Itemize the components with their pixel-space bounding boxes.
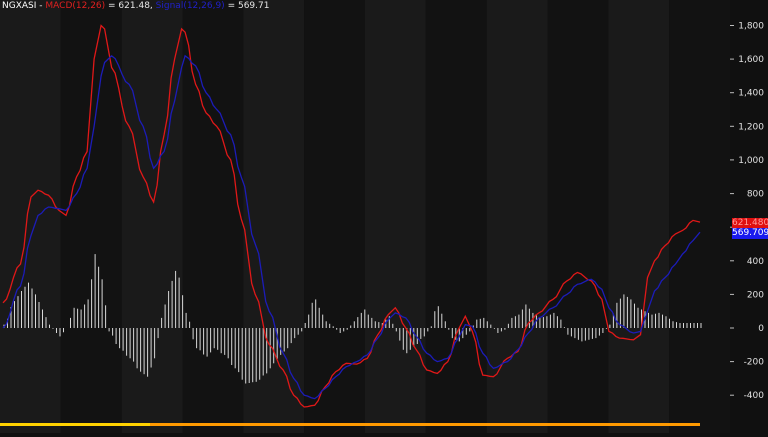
time-baseline-highlight	[0, 423, 150, 426]
background-band	[669, 0, 730, 433]
chart-legend: NGXASI - MACD(12,26) = 621.48, Signal(12…	[2, 1, 270, 11]
y-tick-label: 1,600	[738, 55, 764, 65]
y-tick-label: 200	[747, 290, 764, 300]
y-tick-label: 400	[747, 257, 764, 267]
y-tick-label: -200	[744, 358, 765, 368]
legend-signal-value: = 569.71	[227, 1, 270, 11]
y-tick-label: -400	[744, 391, 765, 401]
legend-symbol: NGXASI	[2, 1, 37, 11]
background-band	[425, 0, 487, 433]
background-band	[304, 0, 365, 433]
legend-macd-label: MACD(12,26)	[45, 1, 106, 11]
signal-value-tag: 569.709	[732, 228, 768, 239]
legend-signal-label: Signal(12,26,9)	[155, 1, 225, 11]
background-band	[60, 0, 122, 433]
background-band	[0, 0, 61, 433]
legend-macd-value: = 621.48,	[108, 1, 153, 11]
chart-canvas: -400-20002004006008001,0001,2001,4001,60…	[0, 0, 768, 433]
y-tick-label: 1,400	[738, 89, 764, 99]
y-tick-label: 1,000	[738, 156, 764, 166]
y-tick-label: 800	[747, 190, 764, 200]
y-tick-label: 1,200	[738, 122, 764, 132]
background-band	[608, 0, 670, 433]
macd-chart: -400-20002004006008001,0001,2001,4001,60…	[0, 0, 768, 433]
y-tick-label: 0	[758, 324, 764, 334]
background-band	[547, 0, 609, 433]
y-tick-label: 1,800	[738, 22, 764, 32]
background-band	[365, 0, 426, 433]
